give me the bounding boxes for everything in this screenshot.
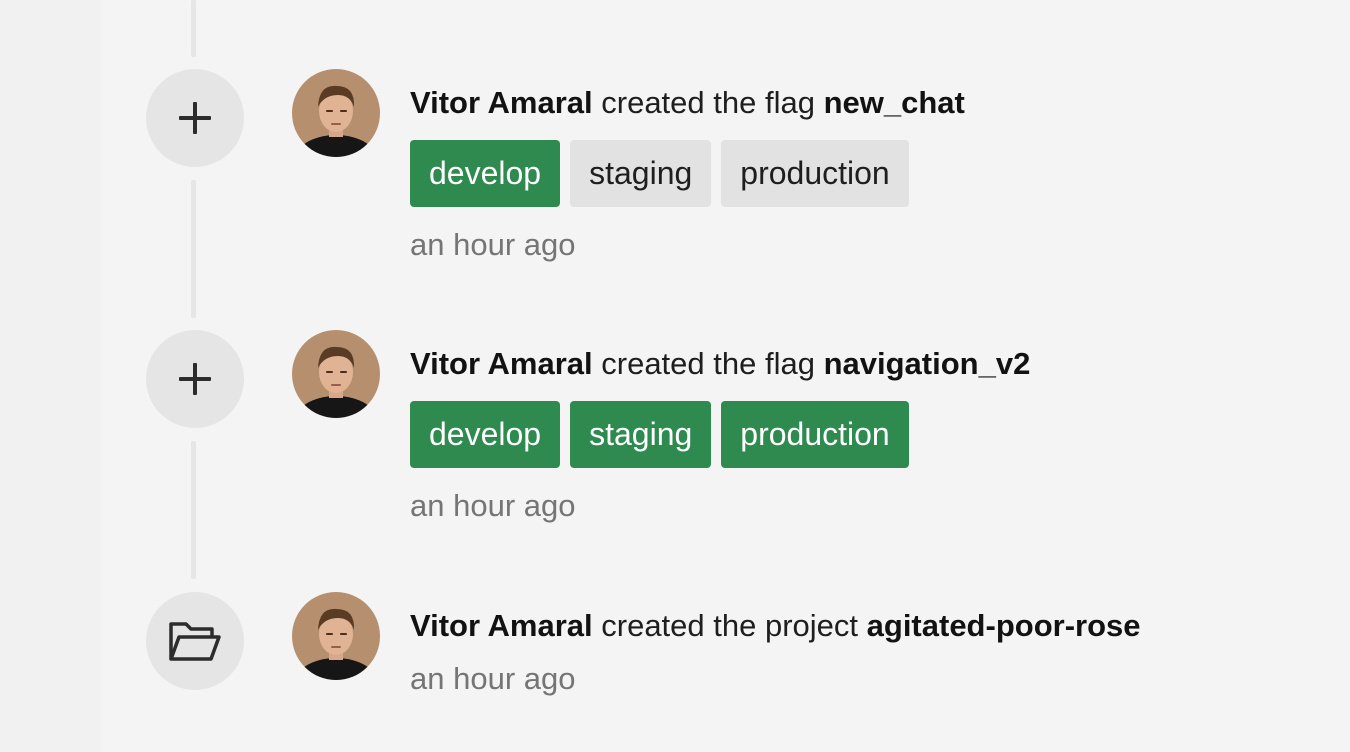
event-verb: created the flag (601, 346, 815, 381)
event-headline: Vitor Amaral created the project agitate… (410, 606, 1141, 646)
event-headline: Vitor Amaral created the flag new_chat (410, 83, 965, 123)
project-name[interactable]: agitated-poor-rose (867, 608, 1141, 643)
actor-name[interactable]: Vitor Amaral (410, 608, 593, 643)
env-tag-develop[interactable]: develop (410, 401, 561, 468)
env-tag-production[interactable]: production (721, 140, 909, 207)
event-headline: Vitor Amaral created the flag navigation… (410, 344, 1030, 384)
event-content: Vitor Amaral created the flag navigation… (410, 344, 1030, 526)
timeline-connector (191, 0, 196, 57)
event-timestamp: an hour ago (410, 488, 576, 523)
event-verb: created the project (601, 608, 859, 643)
timeline-connector (191, 180, 196, 318)
actor-name[interactable]: Vitor Amaral (410, 85, 593, 120)
event-verb: created the flag (601, 85, 815, 120)
env-tag-develop[interactable]: develop (410, 140, 561, 207)
event-content: Vitor Amaral created the flag new_chat d… (410, 83, 965, 265)
folder-open-icon (146, 592, 244, 690)
env-tag-staging[interactable]: staging (570, 401, 712, 468)
environment-tags: develop staging production (410, 140, 965, 207)
avatar[interactable] (292, 69, 380, 157)
plus-icon (146, 69, 244, 167)
event-timestamp: an hour ago (410, 661, 576, 696)
plus-icon (146, 330, 244, 428)
actor-name[interactable]: Vitor Amaral (410, 346, 593, 381)
env-tag-production[interactable]: production (721, 401, 909, 468)
activity-page: Vitor Amaral created the flag new_chat d… (0, 0, 1350, 752)
flag-name[interactable]: navigation_v2 (824, 346, 1031, 381)
avatar[interactable] (292, 592, 380, 680)
timeline-connector (191, 441, 196, 579)
environment-tags: develop staging production (410, 401, 1030, 468)
event-timestamp: an hour ago (410, 227, 576, 262)
flag-name[interactable]: new_chat (824, 85, 965, 120)
env-tag-staging[interactable]: staging (570, 140, 712, 207)
event-content: Vitor Amaral created the project agitate… (410, 606, 1141, 699)
avatar[interactable] (292, 330, 380, 418)
